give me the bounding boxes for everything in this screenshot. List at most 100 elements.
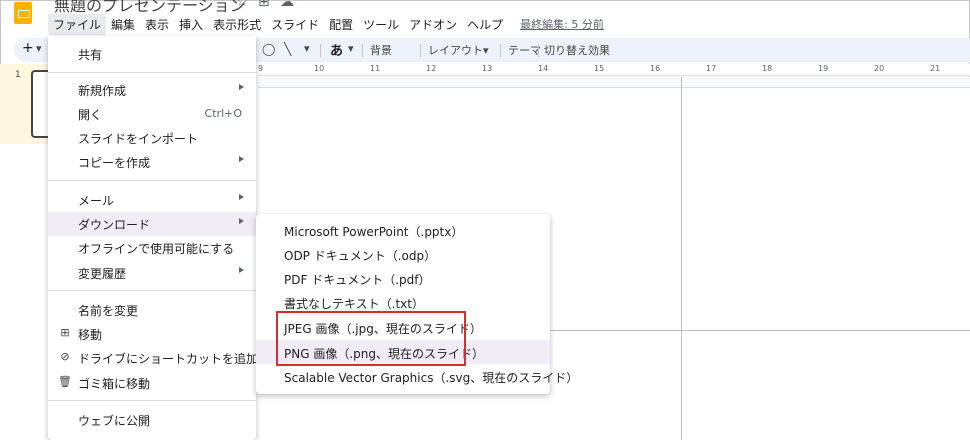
ruler-tick-label: 12	[426, 64, 437, 73]
submenu-arrow-icon	[239, 218, 244, 224]
download-svg[interactable]: Scalable Vector Graphics（.svg、現在のスライド）	[256, 364, 578, 388]
ruler-tick-label: 17	[706, 64, 717, 73]
star-icon[interactable]: ☆	[236, 0, 249, 10]
toolbar-divider	[500, 44, 501, 57]
shortcut-label: Ctrl+O	[204, 107, 242, 120]
ruler-tick-label: 13	[482, 64, 493, 73]
menu-slide[interactable]: スライド	[266, 14, 324, 35]
vertical-guide	[681, 77, 682, 440]
menu-item-add-shortcut[interactable]: ⊘ ドライブにショートカットを追加	[48, 346, 259, 370]
menu-item-label: 新規作成	[78, 84, 127, 98]
menu-item-label: スライドをインポート	[78, 132, 199, 146]
menu-insert[interactable]: 挿入	[174, 14, 208, 35]
ruler-tick-label: 16	[650, 64, 661, 73]
line-icon[interactable]: ╲	[284, 42, 291, 56]
menu-item-label: オフラインで使用可能にする	[78, 242, 235, 256]
menu-item-version-history[interactable]: 変更履歴	[48, 261, 256, 285]
menu-item-label: ドライブにショートカットを追加	[78, 352, 259, 366]
menu-item-rename[interactable]: 名前を変更	[48, 298, 256, 322]
menu-item-label: ダウンロード	[78, 218, 151, 232]
menu-item-label: メール	[78, 194, 115, 208]
move-folder-icon[interactable]: ⊞	[258, 0, 270, 10]
menu-file[interactable]: ファイル	[48, 13, 107, 35]
download-odp[interactable]: ODP ドキュメント（.odp）	[256, 242, 550, 266]
menu-help[interactable]: ヘルプ	[462, 14, 508, 35]
last-edit-link[interactable]: 最終編集: 5 分前	[520, 16, 604, 32]
submenu-arrow-icon	[239, 84, 244, 90]
menu-item-label: 名前を変更	[78, 304, 139, 318]
menu-item-open[interactable]: 開く Ctrl+O	[48, 102, 256, 126]
slide-number: 1	[15, 70, 21, 80]
menu-item-share[interactable]: 共有	[48, 42, 256, 66]
menu-view[interactable]: 表示	[140, 14, 174, 35]
menu-item-make-copy[interactable]: コピーを作成	[48, 150, 256, 174]
ruler-tick-label: 19	[818, 64, 829, 73]
submenu-arrow-icon	[239, 194, 244, 200]
menu-divider	[48, 290, 256, 291]
ruler-tick-label: 9	[258, 64, 264, 73]
menu-item-label: 移動	[78, 328, 103, 342]
background-button[interactable]: 背景	[370, 42, 392, 58]
menu-item-publish[interactable]: ウェブに公開	[48, 408, 256, 432]
horizontal-ruler: 9 10 11 12 13 14 15 16 17 18 19 20 21	[258, 64, 970, 76]
menu-tools[interactable]: ツール	[358, 14, 404, 35]
menu-bar: ファイル 編集 表示 挿入 表示形式 スライド 配置 ツール アドオン ヘルプ …	[48, 13, 604, 35]
move-folder-icon: ⊞	[60, 326, 70, 339]
menu-arrange[interactable]: 配置	[324, 14, 358, 35]
ruler-tick-label: 11	[370, 64, 381, 73]
trash-icon: 🗑	[58, 375, 72, 388]
highlight-callout-box	[276, 311, 466, 366]
menu-item-download[interactable]: ダウンロード	[48, 212, 256, 236]
menu-item-offline[interactable]: オフラインで使用可能にする	[48, 236, 256, 260]
ruler-tick-label: 14	[538, 64, 549, 73]
toolbar-divider	[420, 44, 421, 57]
menu-divider	[48, 180, 256, 181]
download-pdf[interactable]: PDF ドキュメント（.pdf）	[256, 266, 550, 290]
ruler-tick-label: 21	[930, 64, 941, 73]
ruler-tick-label: 18	[762, 64, 773, 73]
submenu-arrow-icon	[239, 156, 244, 162]
menu-item-label: コピーを作成	[78, 156, 151, 170]
drive-shortcut-icon: ⊘	[60, 350, 70, 363]
ruler-tick-label: 10	[314, 64, 325, 73]
text-style-dropdown-icon[interactable]: ▾	[348, 42, 354, 55]
new-slide-button[interactable]: +	[22, 40, 34, 56]
download-pptx[interactable]: Microsoft PowerPoint（.pptx）	[256, 218, 550, 242]
submenu-arrow-icon	[239, 267, 244, 273]
menu-item-label: 開く	[78, 108, 103, 122]
menu-divider	[48, 400, 256, 401]
menu-item-new[interactable]: 新規作成	[48, 78, 256, 102]
menu-item-label: 書式なしテキスト（.txt）	[284, 297, 424, 311]
menu-item-import-slides[interactable]: スライドをインポート	[48, 126, 256, 150]
shape-icon[interactable]: ◯	[262, 42, 275, 56]
menu-item-label: 共有	[78, 48, 103, 62]
file-menu: 共有 新規作成 開く Ctrl+O スライドをインポート コピーを作成 メール …	[48, 36, 259, 440]
menu-edit[interactable]: 編集	[106, 14, 140, 35]
menu-item-label: Scalable Vector Graphics（.svg、現在のスライド）	[284, 371, 579, 385]
menu-item-move[interactable]: ⊞ 移動	[48, 322, 256, 346]
text-style-button[interactable]: あ	[330, 40, 343, 59]
menu-divider	[48, 72, 256, 73]
toolbar-divider	[362, 44, 363, 57]
menu-item-label: 変更履歴	[78, 267, 127, 281]
transition-button[interactable]: 切り替え効果	[544, 42, 610, 58]
ruler-tick-label: 15	[594, 64, 605, 73]
menu-item-label: Microsoft PowerPoint（.pptx）	[284, 225, 464, 239]
menu-item-label: ODP ドキュメント（.odp）	[284, 249, 437, 263]
menu-item-label: ウェブに公開	[78, 414, 151, 428]
layout-button[interactable]: レイアウト▾	[428, 42, 489, 58]
ruler-tick-label: 20	[874, 64, 885, 73]
menu-item-label: ゴミ箱に移動	[78, 377, 151, 391]
menu-item-email[interactable]: メール	[48, 188, 256, 212]
menu-item-label: PDF ドキュメント（.pdf）	[284, 273, 431, 287]
toolbar-divider	[538, 44, 539, 57]
toolbar-divider	[320, 44, 321, 57]
theme-button[interactable]: テーマ	[508, 42, 541, 58]
cloud-status-icon[interactable]: ☁	[280, 0, 294, 10]
slides-logo-icon[interactable]	[14, 2, 32, 24]
menu-item-trash[interactable]: 🗑 ゴミ箱に移動	[48, 371, 256, 395]
menu-addons[interactable]: アドオン	[404, 14, 462, 35]
new-slide-dropdown-icon[interactable]: ▾	[36, 42, 42, 55]
menu-format[interactable]: 表示形式	[208, 14, 266, 35]
line-dropdown-icon[interactable]: ▾	[304, 42, 310, 55]
